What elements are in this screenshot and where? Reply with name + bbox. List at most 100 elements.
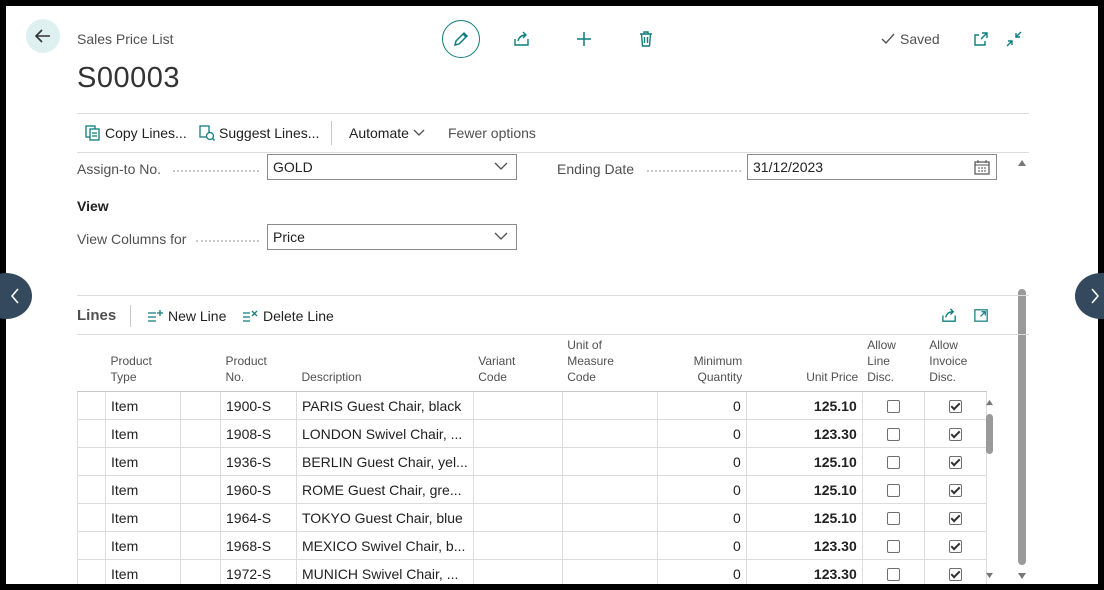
allow-line-disc-cell[interactable] <box>861 531 925 560</box>
variant-code-cell[interactable] <box>472 447 563 476</box>
allow-line-disc-cell[interactable] <box>861 503 925 532</box>
description-cell[interactable]: LONDON Swivel Chair, ... <box>296 419 474 448</box>
row-selector[interactable] <box>77 419 106 448</box>
product-type-cell[interactable]: Item <box>105 531 181 560</box>
unit-price-cell[interactable]: 125.10 <box>745 391 863 420</box>
uom-code-cell[interactable] <box>561 531 658 560</box>
row-selector[interactable] <box>77 475 106 504</box>
unit-price-cell[interactable]: 125.10 <box>745 475 863 504</box>
allow-line-disc-cell[interactable] <box>861 559 925 584</box>
allow-invoice-disc-cell[interactable] <box>923 503 987 532</box>
ending-date-field[interactable]: 31/12/2023 <box>747 154 997 180</box>
lines-scroll-up-icon[interactable] <box>985 399 994 406</box>
share-button[interactable] <box>511 29 533 49</box>
checkbox-unchecked[interactable] <box>886 456 900 470</box>
allow-invoice-disc-cell[interactable] <box>923 475 987 504</box>
row-selector[interactable] <box>77 503 106 532</box>
column-header-product-no[interactable]: Product No. <box>220 336 297 392</box>
product-type-cell[interactable]: Item <box>105 503 181 532</box>
allow-invoice-disc-cell[interactable] <box>923 559 987 584</box>
lines-scrollbar-thumb[interactable] <box>986 414 993 454</box>
calendar-icon[interactable] <box>974 160 990 175</box>
table-row[interactable]: Item 1900-S PARIS Guest Chair, black 0 125.1… <box>77 391 987 420</box>
variant-code-cell[interactable] <box>472 531 563 560</box>
page-scroll-up-icon[interactable] <box>1017 159 1027 167</box>
checkbox-unchecked[interactable] <box>886 512 900 526</box>
lines-scroll-down-icon[interactable] <box>985 572 994 579</box>
checkbox-unchecked[interactable] <box>886 568 900 582</box>
collapse-button[interactable] <box>1003 29 1025 49</box>
row-selector[interactable] <box>77 531 106 560</box>
min-qty-cell[interactable]: 0 <box>656 475 747 504</box>
view-columns-field[interactable]: Price <box>267 224 517 250</box>
product-no-cell[interactable]: 1968-S <box>220 531 297 560</box>
delete-line-button[interactable]: Delete Line <box>242 308 334 324</box>
checkbox-unchecked[interactable] <box>886 400 900 414</box>
variant-code-cell[interactable] <box>472 503 563 532</box>
description-cell[interactable]: PARIS Guest Chair, black <box>296 391 474 420</box>
checkbox-checked[interactable] <box>948 428 962 442</box>
uom-code-cell[interactable] <box>561 419 658 448</box>
uom-code-cell[interactable] <box>561 391 658 420</box>
unit-price-cell[interactable]: 123.30 <box>745 531 863 560</box>
variant-code-cell[interactable] <box>472 391 563 420</box>
product-type-cell[interactable]: Item <box>105 447 181 476</box>
min-qty-cell[interactable]: 0 <box>656 503 747 532</box>
edit-button[interactable] <box>442 20 480 58</box>
product-no-cell[interactable]: 1972-S <box>220 559 297 584</box>
lines-expand-button[interactable] <box>971 306 991 324</box>
assign-to-no-field[interactable]: GOLD <box>267 154 517 180</box>
fewer-options-button[interactable]: Fewer options <box>448 125 536 141</box>
table-row[interactable]: Item 1936-S BERLIN Guest Chair, yel... 0 125… <box>77 447 987 476</box>
description-cell[interactable]: ROME Guest Chair, gre... <box>296 475 474 504</box>
table-row[interactable]: Item 1960-S ROME Guest Chair, gre... 0 125.1… <box>77 475 987 504</box>
delete-button[interactable] <box>635 29 657 49</box>
page-scroll-down-icon[interactable] <box>1017 572 1027 580</box>
column-header-min-qty[interactable]: Minimum Quantity <box>657 336 747 392</box>
variant-code-cell[interactable] <box>472 559 563 584</box>
unit-price-cell[interactable]: 125.10 <box>745 503 863 532</box>
description-cell[interactable]: MUNICH Swivel Chair, ... <box>296 559 474 584</box>
row-selector[interactable] <box>77 559 106 584</box>
min-qty-cell[interactable]: 0 <box>656 559 747 584</box>
description-cell[interactable]: TOKYO Guest Chair, blue <box>296 503 474 532</box>
product-type-cell[interactable]: Item <box>105 475 181 504</box>
variant-code-cell[interactable] <box>472 419 563 448</box>
checkbox-checked[interactable] <box>948 512 962 526</box>
column-header-product-type[interactable]: Product Type <box>105 336 181 392</box>
min-qty-cell[interactable]: 0 <box>656 419 747 448</box>
column-header-description[interactable]: Description <box>296 336 474 392</box>
allow-line-disc-cell[interactable] <box>861 447 925 476</box>
uom-code-cell[interactable] <box>561 559 658 584</box>
row-selector[interactable] <box>77 447 106 476</box>
table-row[interactable]: Item 1908-S LONDON Swivel Chair, ... 0 123.3… <box>77 419 987 448</box>
table-row[interactable]: Item 1968-S MEXICO Swivel Chair, b... 0 123.… <box>77 531 987 560</box>
min-qty-cell[interactable]: 0 <box>656 447 747 476</box>
checkbox-unchecked[interactable] <box>886 540 900 554</box>
lines-share-button[interactable] <box>939 306 959 324</box>
allow-line-disc-cell[interactable] <box>861 419 925 448</box>
open-new-window-button[interactable] <box>970 29 992 49</box>
product-no-cell[interactable]: 1964-S <box>220 503 297 532</box>
checkbox-checked[interactable] <box>948 540 962 554</box>
product-no-cell[interactable]: 1908-S <box>220 419 297 448</box>
table-row[interactable]: Item 1964-S TOKYO Guest Chair, blue 0 125.10 <box>77 503 987 532</box>
table-row[interactable]: Item 1972-S MUNICH Swivel Chair, ... 0 123.3… <box>77 559 987 584</box>
allow-line-disc-cell[interactable] <box>861 391 925 420</box>
uom-code-cell[interactable] <box>561 447 658 476</box>
copy-lines-action[interactable]: Copy Lines... <box>85 125 187 141</box>
allow-invoice-disc-cell[interactable] <box>923 447 987 476</box>
column-header-allow-line-disc[interactable]: Allow Line Disc. <box>862 336 925 392</box>
checkbox-checked[interactable] <box>948 568 962 582</box>
product-no-cell[interactable]: 1936-S <box>220 447 297 476</box>
description-cell[interactable]: MEXICO Swivel Chair, b... <box>296 531 474 560</box>
checkbox-unchecked[interactable] <box>886 428 900 442</box>
column-header-allow-invoice-disc[interactable]: Allow Invoice Disc. <box>924 336 987 392</box>
allow-invoice-disc-cell[interactable] <box>923 391 987 420</box>
back-button[interactable] <box>26 19 60 53</box>
product-no-cell[interactable]: 1900-S <box>220 391 297 420</box>
page-scrollbar-thumb[interactable] <box>1018 289 1026 565</box>
row-selector[interactable] <box>77 391 106 420</box>
min-qty-cell[interactable]: 0 <box>656 531 747 560</box>
product-type-cell[interactable]: Item <box>105 391 181 420</box>
